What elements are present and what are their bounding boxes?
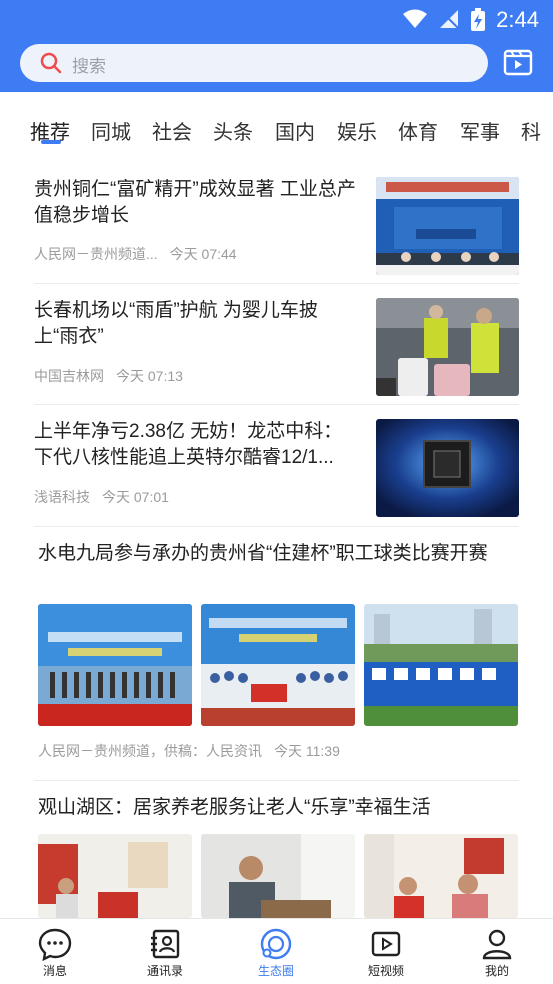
news-time: 今天 07:44: [169, 246, 237, 262]
news-thumbnail: [376, 177, 519, 275]
nav-messages[interactable]: 消息: [0, 919, 110, 984]
profile-icon: [482, 929, 512, 960]
nav-profile[interactable]: 我的: [442, 919, 552, 984]
app-header: 2:44 搜索: [0, 0, 553, 92]
divider: [34, 283, 519, 284]
feature-news-meta: 人民网－贵州频道，供稿：人民资讯 今天 11:39: [38, 741, 340, 761]
tab-tech[interactable]: 科: [521, 116, 541, 145]
news-item[interactable]: 长春机场以“雨盾”护航 为婴儿车披上“雨衣” 中国吉林网 今天 07:13: [34, 298, 519, 398]
divider: [34, 526, 519, 527]
nav-label: 通讯录: [146, 964, 183, 978]
tab-entertainment[interactable]: 娱乐: [337, 116, 377, 145]
signal-off-icon: [440, 10, 459, 29]
divider: [34, 404, 519, 405]
status-time: 2:44: [496, 7, 539, 32]
video-button-icon[interactable]: [502, 46, 534, 78]
feature-image: [38, 604, 192, 726]
news-item[interactable]: 贵州铜仁“富矿精开”成效显著 工业总产值稳步增长 人民网－贵州频道... 今天 0…: [34, 177, 519, 277]
feature-image: [201, 604, 355, 726]
chat-icon: [38, 928, 72, 961]
feature-image: [364, 834, 518, 918]
video-icon: [371, 931, 401, 957]
news-meta: 人民网－贵州频道... 今天 07:44: [34, 244, 237, 264]
nav-label: 短视频: [367, 964, 404, 978]
bottom-navigation: 消息 通讯录 生态圈 短视频 我的: [0, 918, 553, 984]
nav-label: 消息: [42, 964, 67, 978]
category-tabs: 推荐 同城 社会 头条 国内 娱乐 体育 军事 科: [0, 92, 553, 162]
nav-ecosystem[interactable]: 生态圈: [221, 919, 331, 984]
contacts-icon: [151, 929, 180, 959]
tab-local[interactable]: 同城: [91, 116, 131, 145]
news-meta: 浅语科技 今天 07:01: [34, 487, 169, 507]
news-source: 中国吉林网: [34, 368, 104, 384]
news-title: 长春机场以“雨盾”护航 为婴儿车披上“雨衣”: [34, 300, 318, 347]
nav-short-video[interactable]: 短视频: [331, 919, 441, 984]
news-thumbnail: [376, 298, 519, 396]
feature-image: [38, 834, 192, 918]
feature-image: [364, 604, 518, 726]
news-source: 人民网－贵州频道，供稿：人民资讯: [38, 743, 262, 759]
ecosystem-icon: [260, 928, 292, 960]
tab-headlines[interactable]: 头条: [213, 116, 253, 145]
search-placeholder: 搜索: [72, 57, 106, 76]
wifi-icon: [403, 9, 427, 28]
search-icon: [40, 52, 62, 74]
active-tab-indicator: [41, 140, 61, 144]
news-time: 今天 11:39: [274, 743, 340, 759]
news-item[interactable]: 上半年净亏2.38亿 无妨！龙芯中科：下代八核性能追上英特尔酷睿12/1... …: [34, 419, 519, 519]
news-title: 贵州铜仁“富矿精开”成效显著 工业总产值稳步增长: [34, 179, 356, 226]
nav-contacts[interactable]: 通讯录: [110, 919, 220, 984]
tab-sports[interactable]: 体育: [398, 116, 438, 145]
feature-image: [201, 834, 355, 918]
tab-society[interactable]: 社会: [152, 116, 192, 145]
status-bar: 2:44: [0, 0, 553, 38]
tab-military[interactable]: 军事: [460, 116, 500, 145]
news-time: 今天 07:13: [116, 368, 183, 384]
news-time: 今天 07:01: [102, 489, 169, 505]
nav-label: 我的: [484, 964, 509, 978]
news-thumbnail: [376, 419, 519, 517]
nav-label: 生态圈: [257, 964, 294, 978]
news-meta: 中国吉林网 今天 07:13: [34, 366, 183, 386]
news-source: 浅语科技: [34, 489, 90, 505]
divider: [34, 780, 519, 781]
news-title: 上半年净亏2.38亿 无妨！龙芯中科：下代八核性能追上英特尔酷睿12/1...: [34, 421, 343, 468]
search-input[interactable]: 搜索: [20, 44, 488, 82]
battery-charging-icon: [471, 8, 485, 31]
news-source: 人民网－贵州频道...: [34, 246, 158, 262]
tab-domestic[interactable]: 国内: [275, 116, 315, 145]
feature-news-title[interactable]: 水电九局参与承办的贵州省“住建杯”职工球类比赛开赛: [38, 541, 508, 567]
feature-news-title[interactable]: 观山湖区：居家养老服务让老人“乐享”幸福生活: [38, 795, 508, 821]
